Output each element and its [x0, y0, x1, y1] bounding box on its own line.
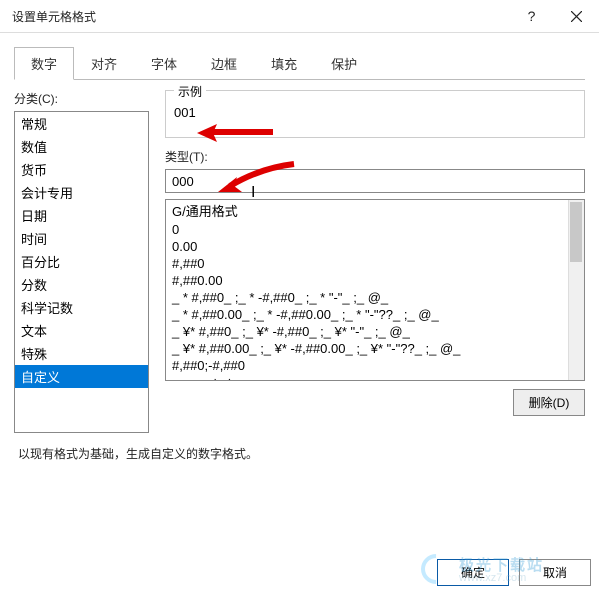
category-item[interactable]: 自定义: [15, 365, 148, 388]
format-item[interactable]: _ * #,##0.00_ ;_ * -#,##0.00_ ;_ * "-"??…: [166, 306, 584, 323]
format-item[interactable]: #,##0;[红色]-#,##0: [166, 374, 584, 381]
format-item[interactable]: _ ¥* #,##0_ ;_ ¥* -#,##0_ ;_ ¥* "-"_ ;_ …: [166, 323, 584, 340]
tab-protection[interactable]: 保护: [314, 47, 374, 80]
titlebar: 设置单元格格式 ?: [0, 0, 599, 33]
format-item[interactable]: #,##0: [166, 255, 584, 272]
category-item[interactable]: 文本: [15, 319, 148, 342]
content-area: 分类(C): 常规数值货币会计专用日期时间百分比分数科学记数文本特殊自定义 示例…: [0, 80, 599, 433]
sample-value: 001: [174, 105, 576, 120]
sample-label: 示例: [174, 83, 206, 100]
hint-text: 以现有格式为基础，生成自定义的数字格式。: [18, 445, 581, 462]
cancel-button[interactable]: 取消: [519, 559, 591, 586]
category-item[interactable]: 日期: [15, 204, 148, 227]
tab-alignment[interactable]: 对齐: [74, 47, 134, 80]
help-button[interactable]: ?: [509, 0, 554, 33]
tab-border[interactable]: 边框: [194, 47, 254, 80]
format-item[interactable]: #,##0.00: [166, 272, 584, 289]
format-item[interactable]: 0: [166, 221, 584, 238]
category-item[interactable]: 数值: [15, 135, 148, 158]
format-item[interactable]: 0.00: [166, 238, 584, 255]
left-column: 分类(C): 常规数值货币会计专用日期时间百分比分数科学记数文本特殊自定义: [14, 90, 149, 433]
sample-box: 示例 001: [165, 90, 585, 138]
right-column: 示例 001 类型(T): G/通用格式00.00#,##0#,##0.00_ …: [165, 90, 585, 433]
delete-button[interactable]: 删除(D): [513, 389, 585, 416]
tab-number[interactable]: 数字: [14, 47, 74, 80]
format-item[interactable]: _ ¥* #,##0.00_ ;_ ¥* -#,##0.00_ ;_ ¥* "-…: [166, 340, 584, 357]
close-button[interactable]: [554, 0, 599, 33]
type-label: 类型(T):: [165, 148, 585, 165]
delete-row: 删除(D): [165, 389, 585, 416]
category-item[interactable]: 常规: [15, 112, 148, 135]
tab-font[interactable]: 字体: [134, 47, 194, 80]
format-scrollbar[interactable]: [568, 200, 584, 380]
type-input[interactable]: [165, 169, 585, 193]
category-item[interactable]: 货币: [15, 158, 148, 181]
tab-fill[interactable]: 填充: [254, 47, 314, 80]
format-item[interactable]: G/通用格式: [166, 200, 584, 221]
window-title: 设置单元格格式: [12, 8, 509, 25]
category-item[interactable]: 特殊: [15, 342, 148, 365]
category-item[interactable]: 时间: [15, 227, 148, 250]
category-item[interactable]: 百分比: [15, 250, 148, 273]
category-list[interactable]: 常规数值货币会计专用日期时间百分比分数科学记数文本特殊自定义: [14, 111, 149, 433]
format-item[interactable]: #,##0;-#,##0: [166, 357, 584, 374]
format-scroll-thumb[interactable]: [570, 202, 582, 262]
close-icon: [571, 11, 582, 22]
category-label: 分类(C):: [14, 90, 149, 107]
category-item[interactable]: 会计专用: [15, 181, 148, 204]
format-item[interactable]: _ * #,##0_ ;_ * -#,##0_ ;_ * "-"_ ;_ @_: [166, 289, 584, 306]
tab-bar: 数字 对齐 字体 边框 填充 保护: [14, 47, 585, 80]
ok-button[interactable]: 确定: [437, 559, 509, 586]
category-item[interactable]: 分数: [15, 273, 148, 296]
format-list[interactable]: G/通用格式00.00#,##0#,##0.00_ * #,##0_ ;_ * …: [165, 199, 585, 381]
category-item[interactable]: 科学记数: [15, 296, 148, 319]
footer: 确定 取消: [437, 559, 591, 586]
